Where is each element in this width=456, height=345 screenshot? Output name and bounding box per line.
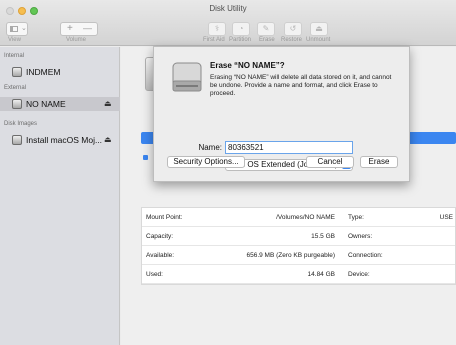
restore-icon: ↺ — [289, 24, 297, 33]
info-label: Capacity: — [146, 233, 174, 240]
eject-icon[interactable]: ⏏ — [104, 99, 112, 108]
sidebar-item-install-macos[interactable]: Install macOS Moj... ⏏ — [0, 133, 120, 147]
section-header-external: External — [4, 85, 27, 91]
info-value: 14.84 GB — [307, 271, 335, 278]
info-label: Mount Point: — [146, 214, 183, 221]
table-row: Capacity: 15.5 GB Owners: — [142, 227, 455, 246]
table-row: Used: 14.84 GB Device: — [142, 265, 455, 284]
plus-icon[interactable]: + — [67, 23, 73, 34]
info-value: 656.9 MB (Zero KB purgeable) — [246, 252, 335, 259]
cancel-button[interactable]: Cancel — [306, 156, 354, 168]
disk-utility-window: Disk Utility ⌄ View + — Volume ⚕ First A… — [0, 0, 456, 345]
info-label: Device: — [348, 271, 370, 278]
table-row: Mount Point: /Volumes/NO NAME Type: USE — [142, 208, 455, 227]
name-field[interactable] — [225, 141, 353, 154]
table-row: Available: 656.9 MB (Zero KB purgeable) … — [142, 246, 455, 265]
name-label: Name: — [198, 143, 222, 152]
restore-label: Restore — [281, 37, 303, 43]
unmount-icon: ⏏ — [315, 24, 323, 33]
section-header-internal: Internal — [4, 53, 25, 59]
first-aid-label: First Aid — [203, 37, 225, 43]
external-drive-icon — [170, 57, 204, 97]
eject-icon[interactable]: ⏏ — [104, 135, 112, 144]
info-value: USE — [439, 214, 453, 221]
erase-toolbar-button[interactable]: ✎ — [257, 22, 275, 36]
info-label: Owners: — [348, 233, 373, 240]
security-options-button[interactable]: Security Options... — [167, 156, 245, 168]
info-label: Type: — [348, 214, 364, 221]
sidebar: Internal INDMEM External NO NAME ⏏ Disk … — [0, 47, 120, 345]
partition-icon: ◔ — [238, 24, 244, 33]
erase-button[interactable]: Erase — [360, 156, 398, 168]
restore-button[interactable]: ↺ — [284, 22, 302, 36]
info-value: 15.5 GB — [311, 233, 335, 240]
minus-icon[interactable]: — — [83, 23, 92, 33]
toolbar: Disk Utility ⌄ View + — Volume ⚕ First A… — [0, 0, 456, 46]
section-header-disk-images: Disk Images — [4, 121, 38, 127]
erase-icon: ✎ — [262, 24, 270, 33]
dialog-title: Erase “NO NAME”? — [210, 61, 285, 70]
sidebar-item-label: NO NAME — [26, 99, 66, 109]
info-label: Connection: — [348, 252, 383, 259]
chevron-down-icon: ⌄ — [21, 25, 27, 32]
unmount-label: Unmount — [306, 37, 331, 43]
disk-icon — [12, 99, 22, 109]
usage-legend-dot — [143, 155, 148, 160]
unmount-button[interactable]: ⏏ — [310, 22, 328, 36]
erase-label: Erase — [259, 37, 275, 43]
disk-image-icon — [12, 135, 22, 145]
view-label: View — [8, 37, 21, 43]
info-value: /Volumes/NO NAME — [276, 214, 335, 221]
view-button[interactable]: ⌄ — [6, 22, 28, 36]
volume-label: Volume — [66, 37, 87, 43]
sidebar-item-label: INDMEM — [26, 67, 61, 77]
window-title: Disk Utility — [209, 4, 247, 13]
partition-button[interactable]: ◔ — [232, 22, 250, 36]
sidebar-toggle-icon — [10, 26, 18, 32]
sidebar-item-no-name[interactable]: NO NAME ⏏ — [0, 97, 120, 111]
info-table: Mount Point: /Volumes/NO NAME Type: USE … — [141, 207, 456, 285]
disk-icon — [12, 67, 22, 77]
stethoscope-icon: ⚕ — [214, 24, 220, 33]
sidebar-item-indmem[interactable]: INDMEM — [0, 65, 120, 79]
partition-label: Partition — [229, 37, 252, 43]
volume-add-remove[interactable]: + — — [60, 22, 98, 36]
info-label: Available: — [146, 252, 175, 259]
dialog-message: Erasing “NO NAME” will delete all data s… — [210, 74, 392, 97]
first-aid-button[interactable]: ⚕ — [208, 22, 226, 36]
info-label: Used: — [146, 271, 163, 278]
sidebar-item-label: Install macOS Moj... — [26, 135, 103, 145]
